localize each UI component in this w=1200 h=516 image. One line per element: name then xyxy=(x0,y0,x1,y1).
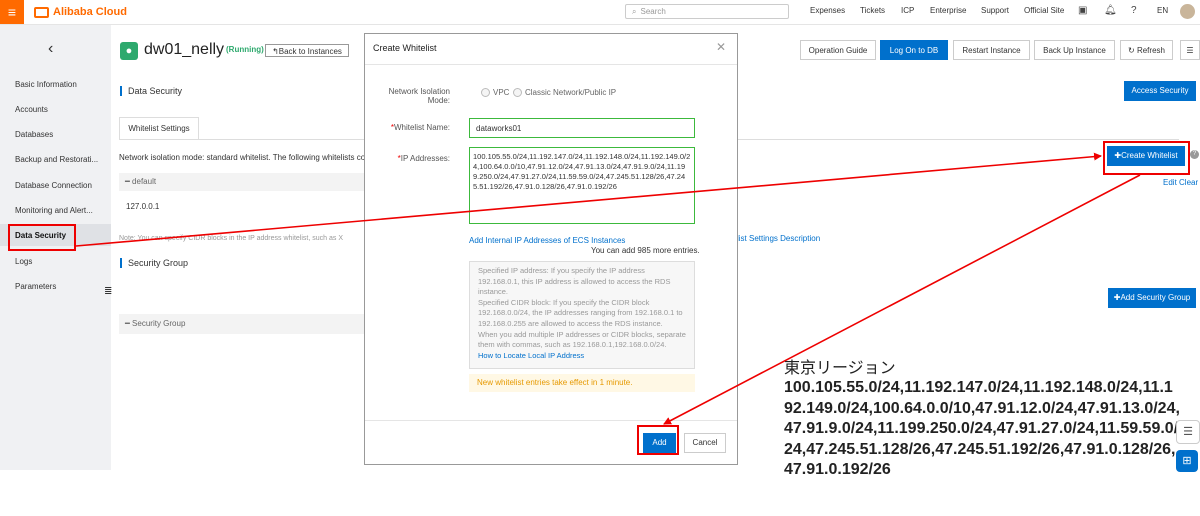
annotation-region-title: 東京リージョン xyxy=(784,360,896,377)
chat-icon[interactable]: ☰ xyxy=(1176,420,1200,444)
arrow-sidebar-to-create xyxy=(75,152,1102,247)
apps-icon[interactable]: ⊞ xyxy=(1176,450,1198,472)
annotation-ip-list: 100.105.55.0/24,11.192.147.0/24,11.192.1… xyxy=(784,379,1180,478)
